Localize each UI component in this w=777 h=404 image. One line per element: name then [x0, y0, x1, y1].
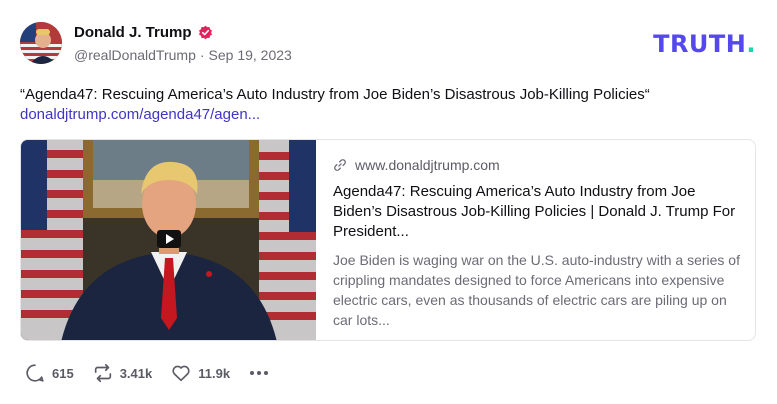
- action-bar: 615 3.41k 11.9k: [24, 361, 270, 385]
- reply-icon: [26, 364, 44, 382]
- card-title: Agenda47: Rescuing America’s Auto Indust…: [333, 183, 736, 240]
- avatar[interactable]: [20, 22, 62, 64]
- post-date[interactable]: Sep 19, 2023: [209, 47, 292, 63]
- status-link[interactable]: donaldjtrump.com/agenda47/agen...: [20, 104, 260, 125]
- card-domain: www.donaldjtrump.com: [355, 157, 500, 173]
- status-text: “Agenda47: Rescuing America’s Auto Indus…: [20, 86, 650, 103]
- logo-dot: .: [746, 30, 756, 58]
- author-block: Donald J. Trump @realDonaldTrump · Sep 1…: [74, 23, 292, 64]
- verified-badge-icon: [198, 25, 212, 39]
- retruth-button[interactable]: 3.41k: [92, 362, 153, 384]
- card-domain-row: www.donaldjtrump.com: [333, 154, 741, 176]
- truth-post: Donald J. Trump @realDonaldTrump · Sep 1…: [0, 0, 777, 404]
- more-dot: [257, 371, 262, 375]
- heart-icon: [172, 365, 190, 382]
- more-dots-icon[interactable]: [248, 371, 270, 375]
- avatar-image: [20, 22, 62, 64]
- retruth-icon: [94, 363, 111, 383]
- truth-logo[interactable]: TRUTH.: [653, 30, 756, 58]
- author-handle[interactable]: @realDonaldTrump: [74, 47, 196, 63]
- play-icon[interactable]: [157, 230, 181, 248]
- card-description: Joe Biden is waging war on the U.S. auto…: [333, 252, 740, 328]
- reply-count: 615: [52, 365, 74, 381]
- link-preview-card[interactable]: www.donaldjtrump.com Agenda47: Rescuing …: [20, 139, 756, 341]
- card-body: www.donaldjtrump.com Agenda47: Rescuing …: [333, 154, 741, 330]
- more-dot: [264, 371, 269, 375]
- link-icon: [334, 159, 346, 171]
- card-video-thumbnail[interactable]: [21, 140, 316, 340]
- more-dot: [250, 371, 255, 375]
- author-meta: @realDonaldTrump · Sep 19, 2023: [74, 47, 292, 63]
- author-name[interactable]: Donald J. Trump: [74, 24, 192, 41]
- retruth-count: 3.41k: [119, 365, 153, 381]
- reply-button[interactable]: 615: [24, 362, 74, 384]
- like-button[interactable]: 11.9k: [170, 362, 230, 384]
- logo-text: TRUTH: [653, 30, 747, 58]
- name-row: Donald J. Trump: [74, 23, 292, 41]
- like-count: 11.9k: [198, 365, 231, 381]
- meta-separator: ·: [199, 47, 205, 63]
